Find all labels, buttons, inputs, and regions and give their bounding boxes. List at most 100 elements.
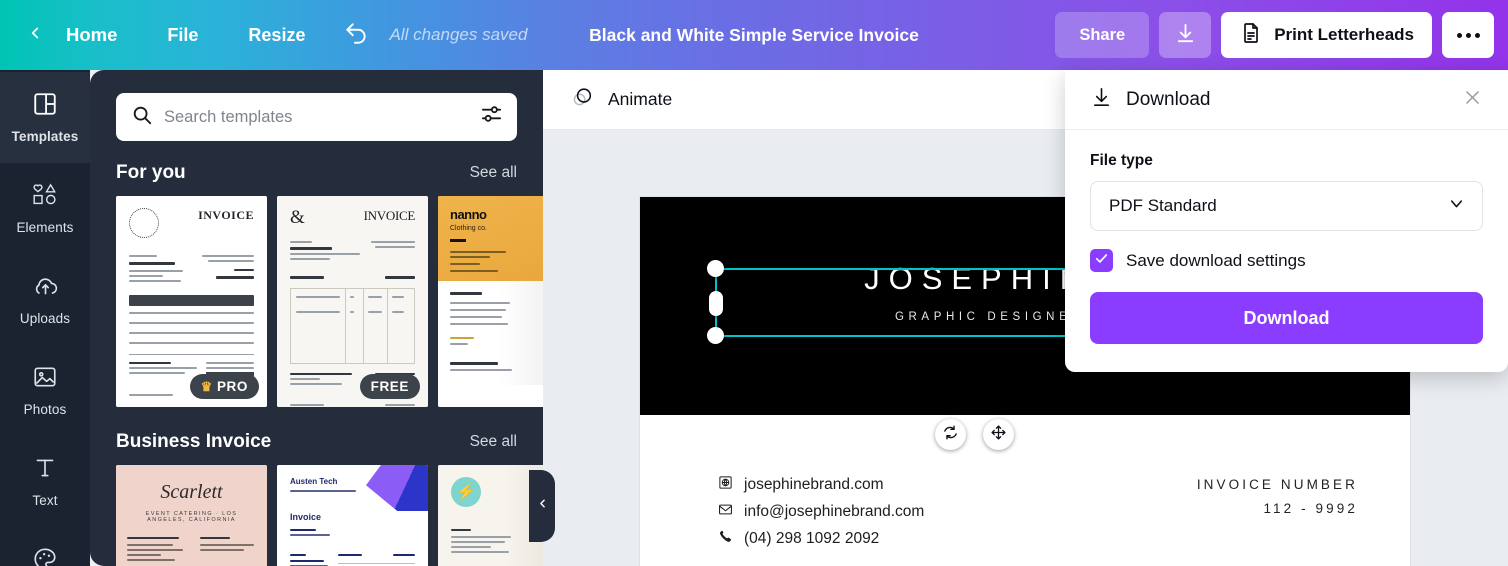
- sidebar-item-text[interactable]: Text: [0, 436, 90, 527]
- download-panel-body: File type PDF Standard Save download set…: [1065, 130, 1508, 372]
- template-card-nanno-clothing[interactable]: nanno Clothing co.: [438, 196, 543, 407]
- more-options-button[interactable]: [1442, 12, 1494, 58]
- file-type-value: PDF Standard: [1109, 196, 1217, 215]
- invoice-number-block: INVOICE NUMBER 112 - 9992: [1197, 477, 1358, 516]
- search-box[interactable]: [116, 93, 517, 141]
- top-bar: Home File Resize All changes saved Black…: [0, 0, 1508, 70]
- see-all-for-you[interactable]: See all: [470, 164, 517, 182]
- template-badge-free: FREE: [359, 374, 420, 399]
- rotate-handle[interactable]: [935, 419, 966, 450]
- file-menu[interactable]: File: [153, 16, 212, 55]
- back-button[interactable]: [22, 22, 48, 48]
- print-letterheads-label: Print Letterheads: [1274, 25, 1414, 44]
- search-icon: [131, 104, 153, 131]
- template-card-ampersand[interactable]: & INVOICE FREE: [277, 196, 428, 407]
- template-card-bolt-cream[interactable]: ⚡: [438, 465, 543, 566]
- crown-icon: ♛: [200, 378, 213, 394]
- download-icon: [1090, 86, 1113, 114]
- preview-table-header: [129, 295, 254, 306]
- save-download-settings-checkbox[interactable]: Save download settings: [1090, 249, 1483, 272]
- see-all-business-invoice[interactable]: See all: [470, 433, 517, 451]
- palette-icon: [32, 546, 58, 566]
- selection-handle-middle-left[interactable]: [709, 291, 723, 316]
- animate-label: Animate: [608, 89, 673, 109]
- elements-icon: [31, 182, 59, 213]
- contact-row-phone: (04) 298 1092 2092: [718, 529, 924, 549]
- share-button[interactable]: Share: [1055, 12, 1150, 58]
- home-menu[interactable]: Home: [52, 15, 131, 55]
- close-icon: [1463, 88, 1482, 112]
- panel-collapse-button[interactable]: [529, 470, 555, 542]
- template-card-scarlett-catering[interactable]: Scarlett EVENT CATERING · LOS ANGELES, C…: [116, 465, 267, 566]
- selection-handle-bottom-left[interactable]: [707, 327, 724, 344]
- download-panel-header: Download: [1065, 70, 1508, 130]
- close-button[interactable]: [1458, 86, 1486, 114]
- download-icon: [1174, 22, 1197, 48]
- search-wrapper: [90, 70, 543, 141]
- left-rail: Templates Elements Uploads Photos Text: [0, 70, 90, 566]
- sidebar-item-uploads[interactable]: Uploads: [0, 254, 90, 345]
- badge-label: FREE: [370, 379, 409, 394]
- contact-row-email: info@josephinebrand.com: [718, 502, 924, 522]
- sidebar-label-text: Text: [32, 493, 58, 508]
- globe-icon: [718, 475, 733, 495]
- check-icon: [1094, 251, 1109, 271]
- download-button[interactable]: [1159, 12, 1212, 58]
- contact-block: josephinebrand.com info@josephinebrand.c…: [718, 475, 924, 556]
- phone-icon: [718, 529, 733, 549]
- download-confirm-button[interactable]: Download: [1090, 292, 1483, 344]
- move-handle[interactable]: [983, 419, 1014, 450]
- checkbox-label: Save download settings: [1126, 250, 1306, 270]
- file-type-select[interactable]: PDF Standard: [1090, 181, 1483, 231]
- contact-text: (04) 298 1092 2092: [744, 530, 880, 547]
- templates-icon: [32, 91, 58, 122]
- chevron-left-icon: [536, 497, 549, 515]
- move-icon: [990, 424, 1007, 446]
- sidebar-label-elements: Elements: [16, 220, 74, 235]
- search-input[interactable]: [164, 107, 469, 127]
- template-badge-pro: ♛ PRO: [189, 374, 259, 399]
- sidebar-label-photos: Photos: [23, 402, 67, 417]
- template-preview: nanno Clothing co.: [438, 196, 543, 407]
- resize-menu[interactable]: Resize: [234, 16, 319, 55]
- chevron-down-icon: [1447, 194, 1466, 218]
- sidebar-item-styles[interactable]: Styles: [0, 527, 90, 566]
- top-bar-right-group: Share Print Letterheads: [1055, 0, 1494, 70]
- file-type-label: File type: [1090, 152, 1153, 169]
- sidebar-item-photos[interactable]: Photos: [0, 345, 90, 436]
- sidebar-item-templates[interactable]: Templates: [0, 72, 90, 163]
- template-preview: Austen Tech Invoice: [277, 465, 428, 566]
- text-icon: [32, 455, 58, 486]
- uploads-icon: [32, 273, 59, 304]
- template-card-dexy-apriliani[interactable]: INVOICE ♛ PRO: [116, 196, 267, 407]
- mail-icon: [718, 502, 733, 522]
- invoice-number-label: INVOICE NUMBER: [1196, 477, 1358, 492]
- photos-icon: [32, 364, 58, 395]
- checkbox-box: [1090, 249, 1113, 272]
- animate-button[interactable]: Animate: [569, 84, 672, 116]
- sidebar-item-elements[interactable]: Elements: [0, 163, 90, 254]
- section-header-for-you: For you See all: [90, 141, 543, 196]
- contact-row-website: josephinebrand.com: [718, 475, 924, 495]
- print-letterheads-button[interactable]: Print Letterheads: [1221, 12, 1432, 58]
- ellipsis-icon: [1456, 32, 1480, 38]
- floating-element-controls: [935, 419, 1014, 450]
- template-row-for-you: INVOICE ♛ PRO & INVOICE FREE nanno Cloth…: [90, 196, 543, 407]
- animate-icon: [569, 84, 596, 116]
- section-title: For you: [116, 162, 186, 183]
- invoice-number-value: 112 - 9992: [1263, 501, 1358, 516]
- selection-handle-top-left[interactable]: [707, 260, 724, 277]
- contact-text: josephinebrand.com: [744, 476, 884, 493]
- top-bar-left-group: Home File Resize All changes saved: [0, 0, 527, 70]
- undo-button[interactable]: [337, 16, 375, 54]
- rotate-icon: [942, 424, 959, 446]
- sidebar-label-uploads: Uploads: [19, 311, 71, 326]
- template-card-austen-tech[interactable]: Austen Tech Invoice: [277, 465, 428, 566]
- filter-sliders-icon[interactable]: [480, 103, 503, 131]
- download-panel-title: Download: [1126, 88, 1211, 110]
- template-row-business-invoice: Scarlett EVENT CATERING · LOS ANGELES, C…: [90, 465, 543, 566]
- sidebar-label-templates: Templates: [11, 129, 79, 144]
- template-preview: ⚡: [438, 465, 543, 566]
- badge-label: PRO: [216, 379, 248, 394]
- document-icon: [1239, 21, 1263, 50]
